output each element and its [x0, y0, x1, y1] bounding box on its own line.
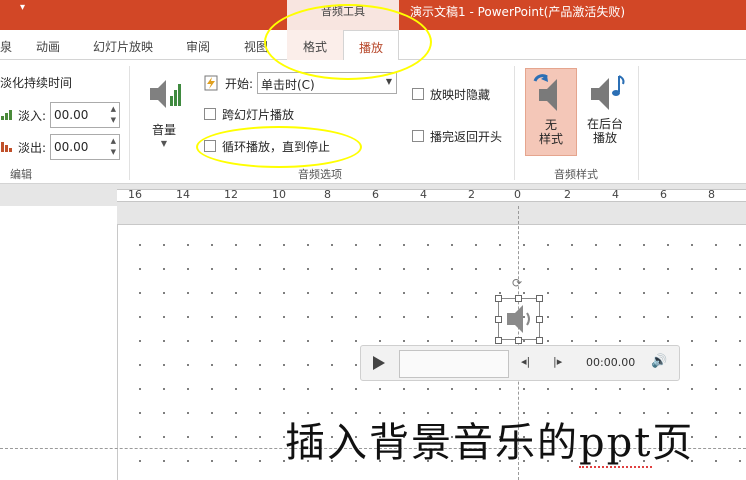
- horizontal-ruler: 16 14 12 10 8 6 4 2 0 2 4 6 8: [0, 184, 746, 206]
- ruler-tick-label: 4: [420, 188, 427, 201]
- ruler-tick-label: 16: [128, 188, 142, 201]
- fade-in-value: 00.00: [54, 108, 89, 122]
- editing-group-label: 编辑: [10, 168, 32, 181]
- slide-thumbnail-panel[interactable]: [0, 206, 117, 480]
- play-in-background-button[interactable]: 在后台 播放: [579, 68, 631, 156]
- no-style-button[interactable]: 无 样式: [525, 68, 577, 156]
- ruler-strip: [117, 189, 746, 202]
- tab-animation[interactable]: 动画: [36, 38, 60, 55]
- ruler-tick-label: 0: [514, 188, 521, 201]
- volume-icon: [150, 80, 181, 108]
- seek-forward-icon[interactable]: |▸: [553, 355, 562, 368]
- volume-button[interactable]: 音量 ▼: [142, 74, 186, 154]
- slide-title-main: 插入背景音乐的: [285, 420, 579, 466]
- slide-title-ppt: ppt: [579, 420, 653, 468]
- ruler-tick-label: 10: [272, 188, 286, 201]
- no-style-label-line1: 无: [544, 118, 557, 132]
- spin-down-icon[interactable]: ▼: [111, 116, 116, 124]
- resize-handle[interactable]: [536, 295, 543, 302]
- seek-back-icon[interactable]: ◂|: [521, 355, 530, 368]
- annotation-ellipse-tabs: [264, 4, 432, 80]
- spin-down-icon[interactable]: ▼: [111, 148, 116, 156]
- ruler-tick-label: 12: [224, 188, 238, 201]
- window-title: 演示文稿1 - PowerPoint(产品激活失败): [410, 5, 626, 19]
- group-separator: [514, 66, 515, 180]
- volume-control-icon[interactable]: 🔊: [651, 354, 667, 369]
- rewind-after-playing-label: 播完返回开头: [430, 130, 503, 144]
- slide-title-end: 页: [652, 420, 695, 466]
- spin-up-icon[interactable]: ▲: [111, 137, 116, 145]
- ruler-tick-label: 6: [372, 188, 379, 201]
- rewind-after-playing-checkbox[interactable]: [412, 130, 424, 142]
- rotate-handle-icon[interactable]: ⟳: [512, 276, 522, 290]
- chevron-down-icon: ▼: [385, 77, 392, 86]
- fade-in-label: 淡入:: [18, 109, 47, 123]
- resize-handle[interactable]: [495, 316, 502, 323]
- annotation-ellipse-loop: [196, 126, 362, 168]
- play-in-background-label-line1: 在后台: [586, 117, 623, 131]
- audio-options-group-label: 音频选项: [298, 168, 342, 181]
- no-style-speaker-icon: [533, 74, 557, 111]
- resize-handle[interactable]: [495, 295, 502, 302]
- slide-title-text[interactable]: 插入背景音乐的ppt页: [285, 410, 694, 468]
- resize-handle[interactable]: [515, 337, 522, 344]
- group-separator: [638, 66, 639, 180]
- fade-duration-label: 淡化持续时间: [0, 76, 73, 90]
- fade-in-icon: [1, 110, 12, 120]
- no-style-label-line2: 样式: [538, 132, 563, 146]
- resize-handle[interactable]: [536, 316, 543, 323]
- volume-dropdown-icon: ▼: [160, 139, 168, 148]
- play-icon[interactable]: [373, 356, 385, 370]
- audio-styles-group-label: 音频样式: [554, 168, 598, 181]
- lightning-icon: [204, 75, 218, 91]
- tab-partial[interactable]: 泉: [0, 38, 12, 55]
- audio-player-bar: ◂| |▸ 00:00.00 🔊: [360, 345, 680, 381]
- tab-review[interactable]: 审阅: [186, 38, 210, 55]
- hide-during-show-checkbox[interactable]: [412, 88, 424, 100]
- play-across-slides-label: 跨幻灯片播放: [222, 108, 295, 122]
- ruler-tick-label: 8: [708, 188, 715, 201]
- fade-out-value: 00.00: [54, 140, 89, 154]
- fade-in-spinner[interactable]: 00.00 ▲ ▼: [50, 102, 120, 128]
- resize-handle[interactable]: [536, 337, 543, 344]
- ruler-tick-label: 4: [612, 188, 619, 201]
- speaker-icon: [507, 305, 530, 333]
- spin-up-icon[interactable]: ▲: [111, 105, 116, 113]
- background-music-icon: [591, 75, 625, 110]
- tab-slideshow[interactable]: 幻灯片放映: [93, 38, 153, 55]
- start-value: 单击时(C): [261, 78, 315, 92]
- ruler-tick-label: 2: [564, 188, 571, 201]
- ruler-tick-label: 8: [324, 188, 331, 201]
- ribbon-playback: 淡化持续时间 淡入: 00.00 ▲ ▼ 淡出: 00.00 ▲ ▼ 编辑 音量…: [0, 60, 746, 184]
- fade-out-icon: [1, 142, 12, 152]
- start-label: 开始:: [225, 77, 254, 91]
- fade-out-spinner[interactable]: 00.00 ▲ ▼: [50, 134, 120, 160]
- fade-out-label: 淡出:: [18, 141, 47, 155]
- hide-during-show-label: 放映时隐藏: [430, 88, 491, 102]
- ruler-tick-label: 6: [660, 188, 667, 201]
- resize-handle[interactable]: [495, 337, 502, 344]
- quick-access-dropdown-icon[interactable]: ▾: [20, 2, 25, 13]
- playback-time: 00:00.00: [586, 356, 636, 369]
- volume-label: 音量: [151, 123, 176, 137]
- resize-handle[interactable]: [515, 295, 522, 302]
- ruler-tick-label: 14: [176, 188, 190, 201]
- audio-object[interactable]: [498, 298, 540, 340]
- progress-track[interactable]: [399, 350, 509, 378]
- play-across-slides-checkbox[interactable]: [204, 108, 216, 120]
- group-separator: [129, 66, 130, 180]
- ruler-tick-label: 2: [468, 188, 475, 201]
- play-in-background-label-line2: 播放: [592, 131, 617, 145]
